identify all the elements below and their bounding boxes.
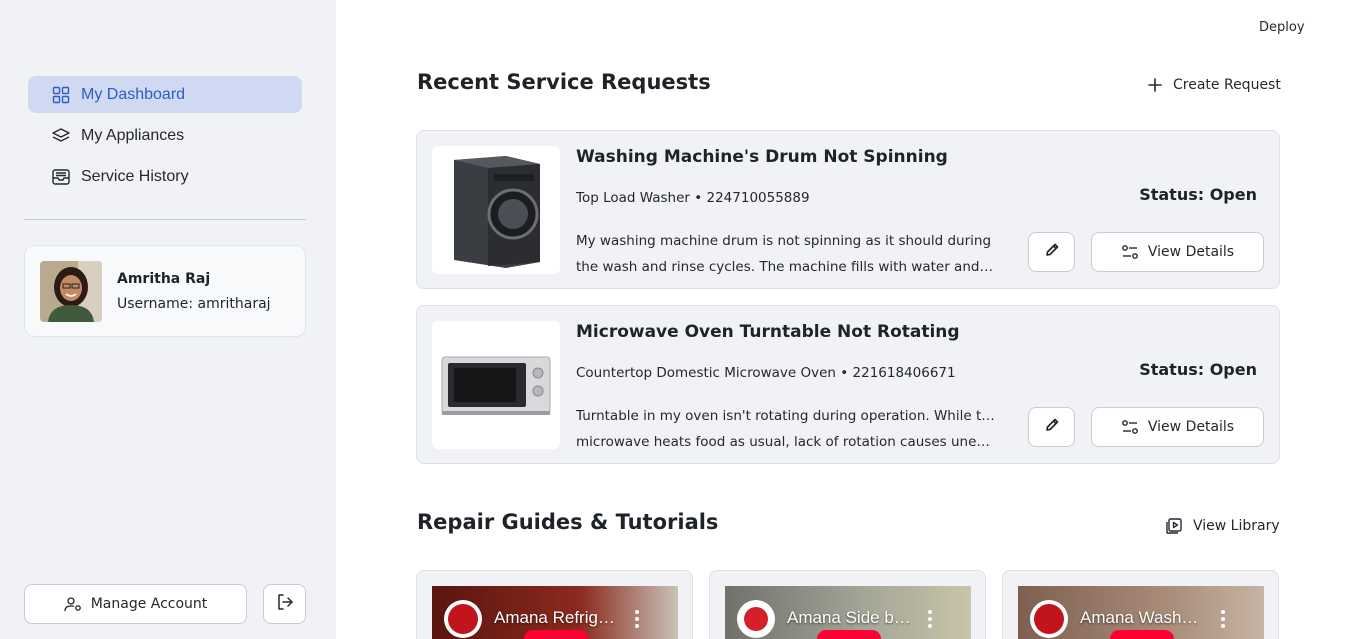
sidebar-divider — [24, 219, 306, 220]
profile-name: Amritha Raj — [117, 270, 211, 287]
channel-logo-icon — [444, 600, 482, 638]
play-button-icon[interactable] — [1110, 630, 1174, 639]
request-title: Washing Machine's Drum Not Spinning — [576, 147, 948, 167]
create-request-label: Create Request — [1173, 77, 1281, 93]
edit-request-button[interactable] — [1028, 232, 1075, 272]
washing-machine-image — [432, 146, 560, 274]
video-title: Amana Refrig… — [494, 608, 615, 627]
video-thumbnail[interactable]: Amana Refrig… — [432, 586, 678, 639]
video-card[interactable]: Amana Wash… — [1002, 570, 1279, 639]
deploy-button[interactable]: Deploy — [1259, 20, 1305, 35]
request-meta: Top Load Washer • 224710055889 — [576, 190, 810, 206]
sidebar-item-label: Service History — [81, 167, 189, 185]
sidebar-item-my-dashboard[interactable]: My Dashboard — [28, 76, 302, 113]
view-details-label: View Details — [1147, 419, 1235, 435]
play-button-icon[interactable] — [524, 630, 588, 639]
request-card: Microwave Oven Turntable Not Rotating Co… — [416, 305, 1280, 464]
logout-icon — [276, 593, 294, 615]
request-description-line: Turntable in my oven isn't rotating duri… — [576, 408, 996, 424]
video-title: Amana Side b… — [787, 608, 911, 627]
video-title: Amana Wash… — [1080, 608, 1199, 627]
sidebar-item-label: My Dashboard — [81, 85, 186, 103]
settings-sliders-icon — [1121, 244, 1139, 260]
request-description: My washing machine drum is not spinning … — [576, 228, 996, 280]
view-details-button[interactable]: View Details — [1091, 232, 1264, 272]
request-description-line: My washing machine drum is not spinning … — [576, 233, 992, 249]
repair-guides-title: Repair Guides & Tutorials — [417, 510, 719, 534]
more-options-icon[interactable] — [1221, 610, 1225, 631]
request-description-line: microwave heats food as usual, lack of r… — [576, 434, 996, 450]
manage-account-label: Manage Account — [90, 596, 208, 612]
edit-request-button[interactable] — [1028, 407, 1075, 447]
sidebar: My Dashboard My Appliances Service Histo… — [0, 0, 336, 639]
inbox-icon — [51, 167, 71, 187]
manage-account-button[interactable]: Manage Account — [24, 584, 247, 624]
video-card[interactable]: Amana Side b… — [709, 570, 986, 639]
pencil-icon — [1044, 242, 1060, 262]
channel-logo-icon — [737, 600, 775, 638]
settings-sliders-icon — [1121, 419, 1139, 435]
request-card: Washing Machine's Drum Not Spinning Top … — [416, 130, 1280, 289]
sidebar-item-service-history[interactable]: Service History — [28, 158, 302, 195]
video-thumbnail[interactable]: Amana Wash… — [1018, 586, 1264, 639]
sidebar-nav: My Dashboard My Appliances Service Histo… — [28, 76, 302, 199]
view-library-label: View Library — [1193, 518, 1280, 534]
request-description: Turntable in my oven isn't rotating duri… — [576, 403, 996, 455]
request-title: Microwave Oven Turntable Not Rotating — [576, 322, 960, 342]
more-options-icon[interactable] — [635, 610, 639, 631]
status-badge: Status: Open — [1139, 185, 1257, 204]
service-requests-title: Recent Service Requests — [417, 70, 711, 94]
user-settings-icon — [64, 596, 82, 612]
grid-icon — [51, 85, 71, 105]
sidebar-item-label: My Appliances — [81, 126, 185, 144]
more-options-icon[interactable] — [928, 610, 932, 631]
view-details-button[interactable]: View Details — [1091, 407, 1264, 447]
video-library-icon — [1165, 517, 1183, 535]
play-button-icon[interactable] — [817, 630, 881, 639]
sidebar-item-my-appliances[interactable]: My Appliances — [28, 117, 302, 154]
microwave-image — [432, 321, 560, 449]
profile-info: Amritha Raj Username: amritharaj — [117, 271, 271, 312]
view-library-button[interactable]: View Library — [1165, 517, 1280, 535]
video-card[interactable]: Amana Refrig… — [416, 570, 693, 639]
logout-button[interactable] — [263, 584, 306, 624]
request-description-line: the wash and rinse cycles. The machine f… — [576, 259, 993, 275]
profile-username: Username: amritharaj — [117, 295, 271, 312]
plus-icon — [1147, 77, 1163, 93]
video-thumbnail[interactable]: Amana Side b… — [725, 586, 971, 639]
create-request-button[interactable]: Create Request — [1147, 77, 1281, 93]
profile-card: Amritha Raj Username: amritharaj — [24, 245, 306, 337]
status-badge: Status: Open — [1139, 360, 1257, 379]
layers-icon — [51, 126, 71, 146]
channel-logo-icon — [1030, 600, 1068, 638]
pencil-icon — [1044, 417, 1060, 437]
request-meta: Countertop Domestic Microwave Oven • 221… — [576, 365, 956, 381]
view-details-label: View Details — [1147, 244, 1235, 260]
avatar — [40, 260, 102, 322]
